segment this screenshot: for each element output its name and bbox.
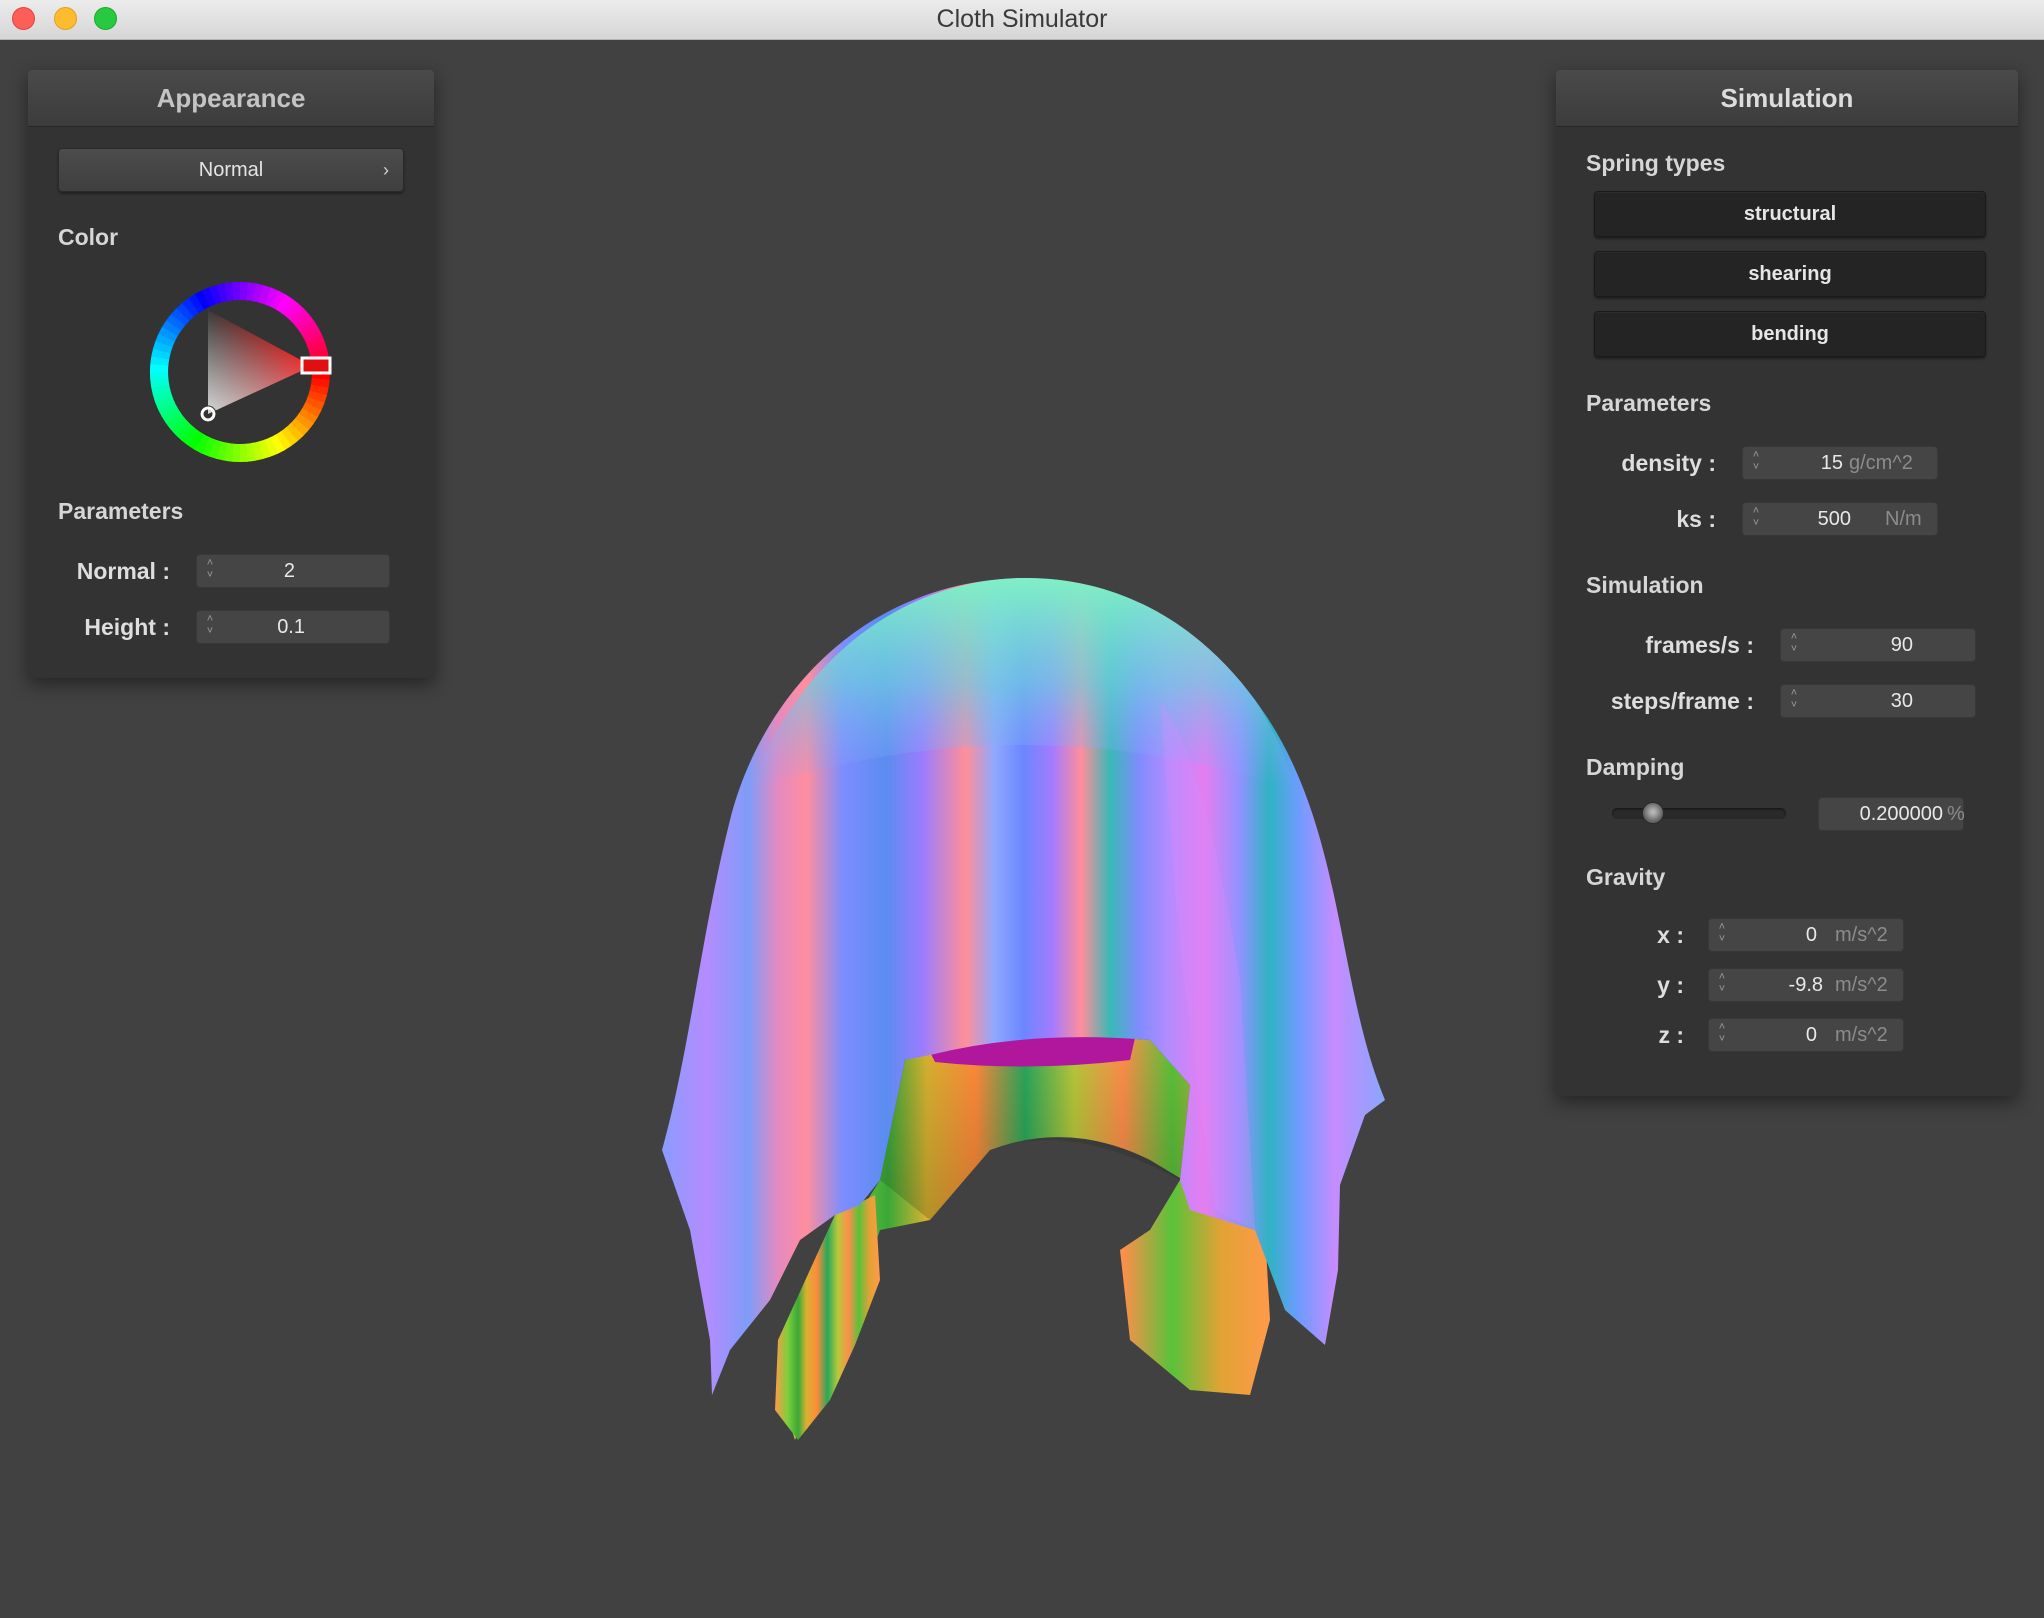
bending-button[interactable]: bending (1594, 311, 1986, 357)
gravity-z-label: z : (1658, 1022, 1684, 1048)
gravity-z-value: 0 (1805, 1024, 1817, 1046)
gravity-y-input[interactable]: ˄ ˅ -9.8 m/s^2 (1708, 968, 1904, 1002)
gravity-z-unit: m/s^2 (1835, 1024, 1888, 1046)
shearing-button[interactable]: shearing (1594, 251, 1986, 297)
gravity-y-unit: m/s^2 (1835, 974, 1888, 996)
color-wheel[interactable] (140, 272, 340, 472)
normal-label: Normal : (76, 558, 170, 584)
damping-value: 0.200000 (1859, 803, 1943, 825)
damping-unit: % (1947, 803, 1965, 825)
density-label: density : (1621, 450, 1716, 476)
gravity-y-label: y : (1657, 972, 1684, 998)
gravity-label: Gravity (1586, 864, 1666, 890)
gravity-x-unit: m/s^2 (1835, 924, 1888, 946)
damping-slider[interactable] (1612, 802, 1786, 824)
spinner-arrows-icon[interactable]: ˄ ˅ (1749, 505, 1763, 533)
spring-types-label: Spring types (1586, 150, 1726, 176)
spinner-arrows-icon[interactable]: ˄ ˅ (1715, 921, 1729, 949)
damping-input[interactable]: 0.200000 % (1818, 797, 1965, 831)
ks-input[interactable]: ˄ ˅ 500 N/m (1742, 502, 1938, 536)
height-input[interactable]: ˄ ˅ 0.1 (196, 610, 390, 644)
spinner-arrows-icon[interactable]: ˄ ˅ (1715, 1021, 1729, 1049)
damping-label: Damping (1586, 754, 1685, 780)
simulation-title: Simulation (1556, 70, 2018, 127)
simulation-section-label: Simulation (1586, 572, 1704, 598)
ks-unit: N/m (1885, 508, 1922, 530)
shader-select[interactable]: Normal › (58, 148, 404, 192)
steps-value: 30 (1890, 690, 1913, 712)
spinner-arrows-icon[interactable]: ˄ ˅ (1787, 687, 1801, 715)
frames-value: 90 (1890, 634, 1913, 656)
gravity-x-input[interactable]: ˄ ˅ 0 m/s^2 (1708, 918, 1904, 952)
spinner-arrows-icon[interactable]: ˄ ˅ (1749, 449, 1763, 477)
ks-label: ks : (1676, 506, 1716, 532)
spinner-arrows-icon[interactable]: ˄ ˅ (203, 557, 217, 585)
height-value: 0.1 (277, 616, 305, 638)
frames-input[interactable]: ˄ ˅ 90 (1780, 628, 1976, 662)
structural-button[interactable]: structural (1594, 191, 1986, 237)
appearance-title: Appearance (28, 70, 434, 127)
density-input[interactable]: ˄ ˅ 15 g/cm^2 (1742, 446, 1938, 480)
density-unit: g/cm^2 (1849, 452, 1913, 474)
gravity-x-value: 0 (1805, 924, 1817, 946)
simulation-parameters-label: Parameters (1586, 390, 1712, 416)
shader-select-value: Normal (198, 159, 264, 181)
appearance-parameters-label: Parameters (58, 498, 184, 524)
steps-input[interactable]: ˄ ˅ 30 (1780, 684, 1976, 718)
spinner-arrows-icon[interactable]: ˄ ˅ (203, 613, 217, 641)
normal-input[interactable]: ˄ ˅ 2 (196, 554, 390, 588)
height-label: Height : (84, 614, 170, 640)
color-label: Color (58, 224, 119, 250)
density-value: 15 (1820, 452, 1843, 474)
hue-handle[interactable] (300, 356, 332, 375)
steps-label: steps/frame : (1610, 688, 1754, 714)
spinner-arrows-icon[interactable]: ˄ ˅ (1715, 971, 1729, 999)
gravity-x-label: x : (1657, 922, 1684, 948)
spinner-arrows-icon[interactable]: ˄ ˅ (1787, 631, 1801, 659)
frames-label: frames/s : (1645, 632, 1754, 658)
ks-value: 500 (1817, 508, 1851, 530)
chevron-right-icon: › (383, 160, 389, 180)
gravity-z-input[interactable]: ˄ ˅ 0 m/s^2 (1708, 1018, 1904, 1052)
normal-value: 2 (283, 560, 295, 582)
gravity-y-value: -9.8 (1788, 974, 1823, 996)
